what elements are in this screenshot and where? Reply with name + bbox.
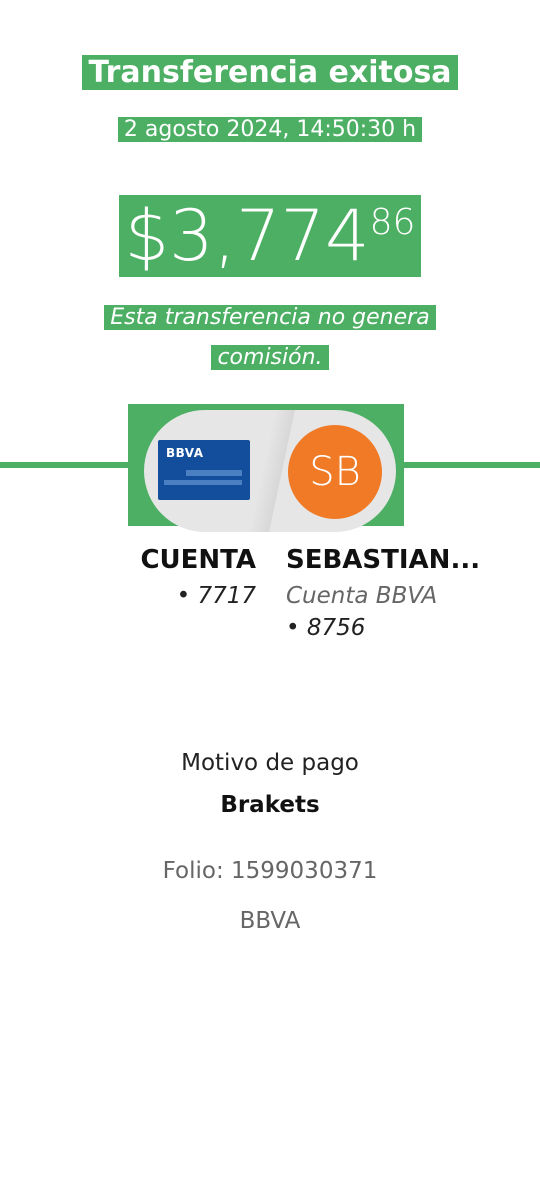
payment-reason-label: Motivo de pago (181, 750, 359, 776)
origin-account-name: CUENTA (140, 545, 256, 575)
bank-name: BBVA (239, 908, 301, 934)
payment-reason-value: Brakets (220, 792, 320, 818)
transfer-datetime-text: 2 agosto 2024, 14:50:30 h (117, 117, 423, 142)
page-title: Transferencia exitosa (0, 52, 540, 94)
destination-account-number: • 8756 (286, 615, 366, 641)
destination-account: SEBASTIAN... Cuenta BBVA • 8756 (286, 540, 526, 644)
transfer-datetime: 2 agosto 2024, 14:50:30 h (0, 114, 540, 146)
bank-card-icon: BBVA (158, 440, 250, 500)
folio-number: Folio: 1599030371 (162, 858, 378, 884)
amount-main: $3,774 (124, 195, 370, 277)
commission-note: Esta transferencia no genera comisión. (70, 298, 470, 378)
origin-account: CUENTA • 7717 (120, 540, 256, 612)
card-stripe (186, 470, 242, 476)
amount-cents: 86 (369, 202, 416, 243)
page-title-text: Transferencia exitosa (82, 55, 458, 90)
transfer-amount: $3,77486 (0, 195, 540, 277)
recipient-avatar: SB (288, 425, 382, 519)
transfer-amount-highlight: $3,77486 (118, 195, 422, 277)
card-brand-label: BBVA (166, 446, 204, 460)
card-stripe (164, 480, 242, 485)
destination-account-name: SEBASTIAN... (286, 545, 481, 575)
destination-account-type: Cuenta BBVA (286, 583, 438, 609)
origin-account-number: • 7717 (176, 583, 256, 609)
commission-note-text: Esta transferencia no genera comisión. (104, 305, 436, 370)
